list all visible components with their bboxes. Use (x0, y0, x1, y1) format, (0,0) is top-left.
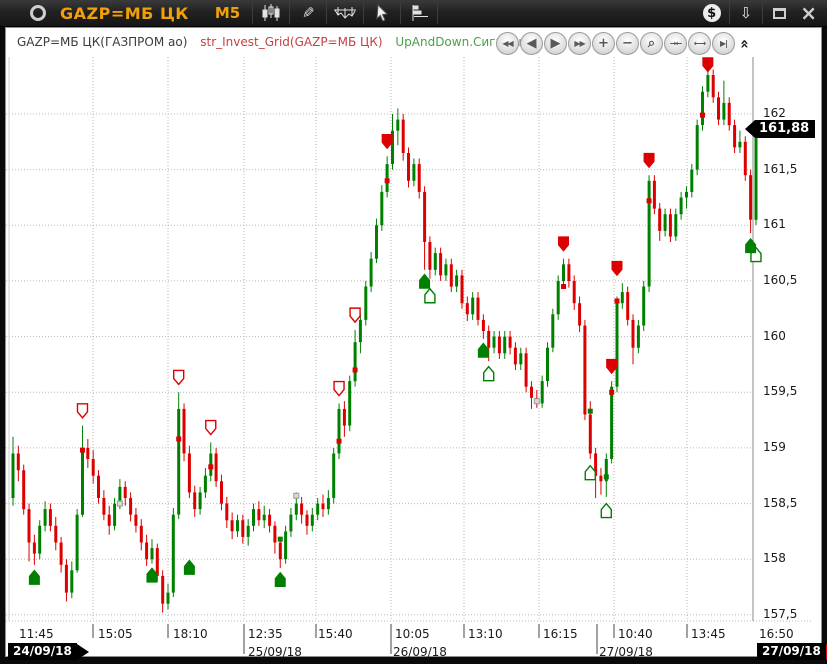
price-tick-label: 158 (763, 551, 786, 565)
sell-signal-open-icon (174, 370, 184, 384)
sell-signal-icon (559, 237, 569, 251)
sell-entry-icon (561, 284, 566, 289)
buy-signal-icon (147, 568, 157, 582)
sell-entry-icon (80, 448, 85, 453)
time-tick-label: 18:10 (173, 627, 208, 641)
sell-signal-open-icon (77, 404, 87, 418)
sell-entry-icon (208, 464, 213, 469)
price-tick-label: 157,5 (763, 607, 797, 621)
pencil-icon[interactable]: ✎ (294, 1, 322, 25)
sell-entry-icon (647, 198, 652, 203)
date-label: 25/09/18 (248, 645, 302, 659)
sell-signal-icon (382, 135, 392, 149)
buy-entry-icon (588, 409, 593, 414)
sell-entry-icon (700, 113, 705, 118)
time-tick-label: 10:05 (395, 627, 430, 641)
price-tick-label: 160 (763, 329, 786, 343)
buy-entry-icon (278, 537, 283, 542)
titlebar-timeframe[interactable]: M5 (215, 4, 240, 22)
sell-entry-icon (385, 178, 390, 183)
restore-window-icon[interactable] (773, 8, 786, 19)
time-tick-label: 16:50 (759, 627, 794, 641)
price-tick-label: 160,5 (763, 273, 797, 287)
sell-entry-icon (614, 298, 619, 303)
sell-signal-icon (644, 153, 654, 167)
download-arrow-icon[interactable]: ⇩ (740, 4, 753, 22)
buy-signal-icon (275, 573, 285, 587)
sell-signal-icon (703, 58, 713, 72)
equity-curve-icon[interactable] (331, 1, 359, 25)
time-tick-label: 15:05 (98, 627, 133, 641)
flat-marker-icon (534, 399, 539, 404)
connection-ring-icon (30, 5, 46, 21)
buy-signal-open-icon (585, 466, 595, 480)
separator (252, 2, 253, 24)
tag-tail-icon (77, 644, 89, 660)
date-start-badge: 24/09/18 (8, 643, 89, 660)
buy-signal-icon (29, 570, 39, 584)
titlebar[interactable]: GAZP=МБ ЦК M5 ✎ (0, 0, 827, 27)
sell-entry-icon (176, 436, 181, 441)
candlestick-chart[interactable] (6, 28, 823, 658)
separator (400, 2, 401, 24)
sell-entry-icon (353, 367, 358, 372)
candlestick-chart-icon[interactable] (257, 1, 285, 25)
sell-signal-icon (612, 261, 622, 275)
separator (762, 2, 763, 24)
date-label: 26/09/18 (393, 645, 447, 659)
date-label: 27/09/18 (599, 645, 653, 659)
close-icon[interactable]: × (800, 3, 817, 23)
separator (729, 2, 730, 24)
price-tick-label: 161 (763, 217, 786, 231)
separator (363, 2, 364, 24)
buy-signal-icon (420, 274, 430, 288)
price-tick-label: 158,5 (763, 496, 797, 510)
cursor-icon[interactable] (368, 1, 396, 25)
buy-signal-open-icon (484, 367, 494, 381)
price-tick-label: 159 (763, 440, 786, 454)
time-tick-label: 11:45 (19, 627, 54, 641)
separator (437, 2, 438, 24)
sell-entry-icon (609, 390, 614, 395)
time-tick-label: 10:40 (618, 627, 653, 641)
flat-marker-icon (294, 493, 299, 498)
date-end-badge: 27/09/18 (757, 643, 827, 660)
sell-signal-open-icon (334, 382, 344, 396)
sell-entry-icon (337, 439, 342, 444)
time-tick-label: 16:15 (543, 627, 578, 641)
price-tick-label: 162 (763, 106, 786, 120)
buy-signal-open-icon (601, 504, 611, 518)
buy-entry-icon (604, 474, 609, 479)
price-arrow-icon (745, 120, 755, 138)
buy-signal-icon (478, 343, 488, 357)
sell-signal-open-icon (206, 421, 216, 435)
time-tick-label: 13:10 (468, 627, 503, 641)
last-price-label: 161,88 (745, 120, 815, 138)
buy-signal-icon (184, 560, 194, 574)
separator (289, 2, 290, 24)
separator (326, 2, 327, 24)
time-tick-label: 13:45 (691, 627, 726, 641)
time-tick-label: 12:35 (248, 627, 283, 641)
sell-signal-icon (607, 359, 617, 373)
terminal-window: GAZP=МБ ЦК M5 ✎ (0, 0, 827, 664)
price-tick-label: 159,5 (763, 384, 797, 398)
time-tick-label: 15:40 (318, 627, 353, 641)
money-icon[interactable]: $ (703, 4, 721, 22)
market-depth-icon[interactable] (405, 1, 433, 25)
flat-marker-icon (117, 501, 122, 506)
price-tick-label: 161,5 (763, 162, 797, 176)
chart-panel: GAZP=МБ ЦК(ГАЗПРОМ ао) str_Invest_Grid(G… (5, 27, 822, 657)
titlebar-symbol: GAZP=МБ ЦК (60, 4, 189, 23)
sell-signal-open-icon (350, 308, 360, 322)
buy-signal-open-icon (425, 289, 435, 303)
buy-signal-icon (746, 239, 756, 253)
